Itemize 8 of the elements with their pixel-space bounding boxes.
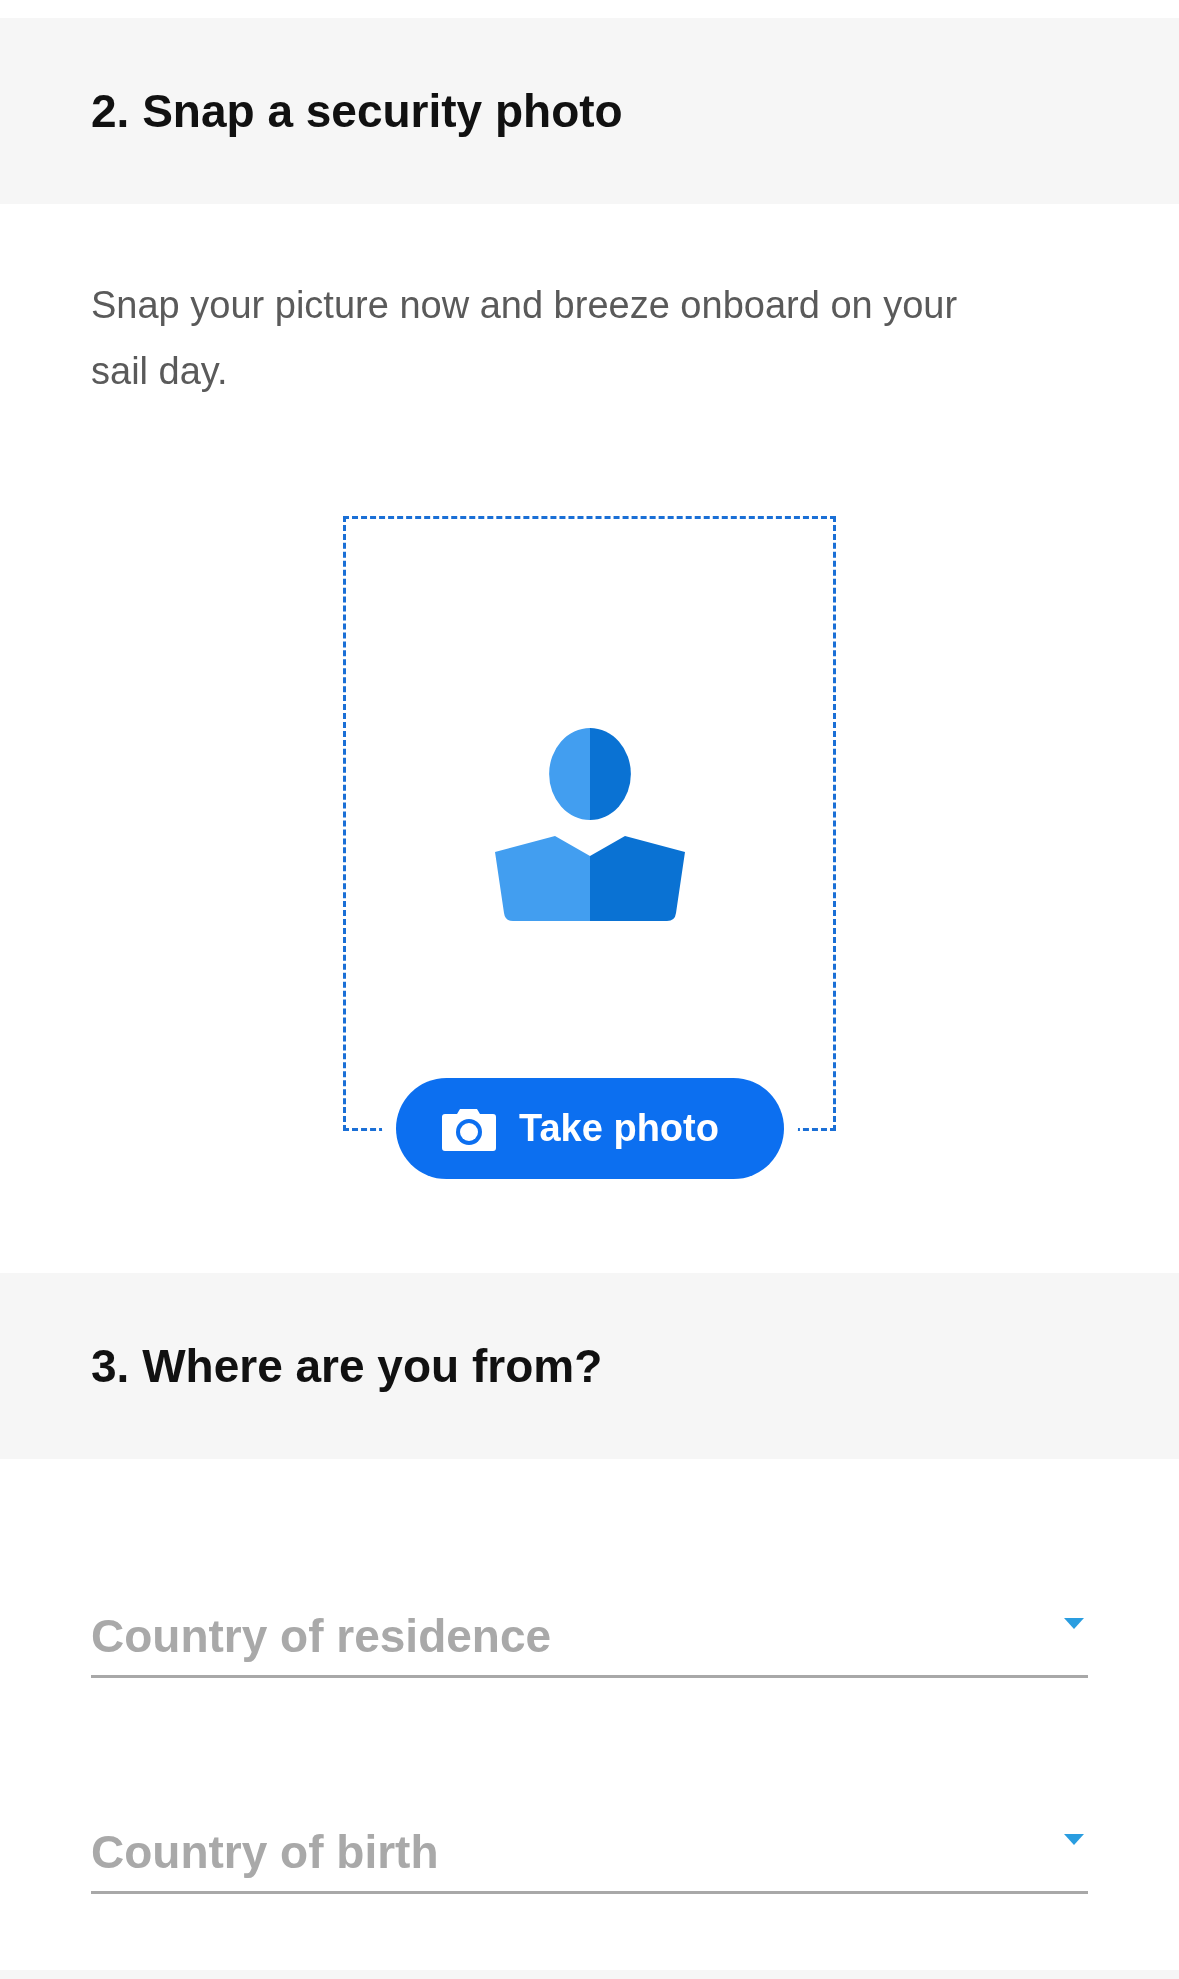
caret-icon xyxy=(1064,1834,1084,1845)
section-heading: 3. Where are you from? xyxy=(91,1339,603,1393)
dropdown-field[interactable]: Country of birth xyxy=(91,1821,1088,1894)
caret-icon xyxy=(1064,1618,1084,1629)
dropdown-field[interactable]: Country of residence xyxy=(91,1605,1088,1678)
section-heading: 2. Snap a security photo xyxy=(91,84,623,138)
person-icon xyxy=(494,728,685,921)
description-text: Snap your picture now and breeze onboard on your sail day. xyxy=(91,283,959,394)
